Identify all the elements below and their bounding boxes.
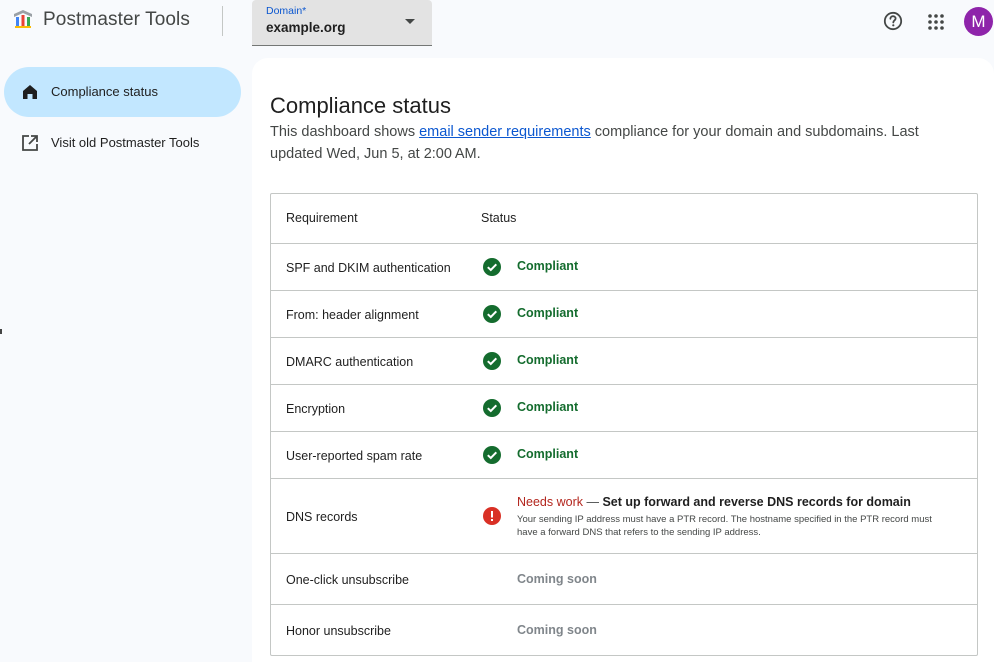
status-text: Compliant [517,447,579,461]
main-panel: Compliance status This dashboard shows e… [252,58,994,662]
window-edge-mark [0,329,2,334]
sidebar-item-label: Compliance status [51,84,158,99]
open-in-new-icon [22,135,38,151]
domain-select-label: Domain* [266,5,307,17]
status-text: Compliant [517,353,579,367]
check-circle-icon [483,399,501,417]
table-row: From: header alignment Compliant [271,290,977,337]
status-text: Coming soon [517,623,597,637]
check-circle-icon [483,446,501,464]
requirement-name: DMARC authentication [286,355,414,369]
check-circle-icon [483,258,501,276]
column-header-requirement: Requirement [286,211,358,225]
column-header-status: Status [481,211,517,225]
table-row: User-reported spam rate Compliant [271,431,977,478]
account-avatar[interactable]: M [964,7,993,36]
dropdown-caret-icon [405,19,415,24]
requirement-name: Encryption [286,402,346,416]
table-row: Encryption Compliant [271,384,977,431]
table-row: One-click unsubscribe Coming soon [271,553,977,604]
check-circle-icon [483,352,501,370]
sidebar-item-label: Visit old Postmaster Tools [51,135,200,150]
page-title: Compliance status [270,93,451,118]
compliance-table: Requirement Status SPF and DKIM authenti… [270,193,978,656]
table-row: DMARC authentication Compliant [271,337,977,384]
needs-work-detail: Your sending IP address must have a PTR … [517,514,932,538]
help-icon[interactable] [883,11,903,31]
home-icon [23,85,37,99]
top-bar: Postmaster Tools Domain* example.org M [0,0,994,46]
status-text: Compliant [517,306,579,320]
table-row: SPF and DKIM authentication Compliant [271,243,977,290]
table-row: Honor unsubscribe Coming soon [271,604,977,655]
page-description: This dashboard shows email sender requir… [270,121,970,165]
status-text: Coming soon [517,572,597,586]
sidebar-item-visit-old-postmaster-tools[interactable]: Visit old Postmaster Tools [4,118,241,168]
status-separator: — [583,495,603,509]
requirement-name: One-click unsubscribe [286,573,409,587]
status-text: Needs work [517,495,583,509]
status-text: Compliant [517,259,579,273]
header-divider [222,6,223,36]
table-row: DNS records Needs work — Set up forward … [271,478,977,553]
domain-select[interactable]: Domain* example.org [252,0,432,46]
requirement-name: Honor unsubscribe [286,624,391,638]
needs-work-headline: Set up forward and reverse DNS records f… [602,495,911,509]
requirement-name: DNS records [286,510,358,524]
requirement-name: SPF and DKIM authentication [286,261,451,275]
needs-work-summary: Needs work — Set up forward and reverse … [517,495,911,509]
postmaster-logo-icon [14,10,32,28]
email-sender-requirements-link[interactable]: email sender requirements [419,124,591,140]
table-header-row: Requirement Status [271,194,977,244]
requirement-name: From: header alignment [286,308,419,322]
error-icon [483,507,501,525]
requirement-name: User-reported spam rate [286,449,423,463]
check-circle-icon [483,305,501,323]
app-title: Postmaster Tools [43,9,190,30]
sidebar-item-compliance-status[interactable]: Compliance status [4,67,241,117]
description-text: This dashboard shows [270,124,420,140]
apps-grid-icon[interactable] [927,13,945,31]
domain-select-value: example.org [266,20,346,35]
status-text: Compliant [517,400,579,414]
